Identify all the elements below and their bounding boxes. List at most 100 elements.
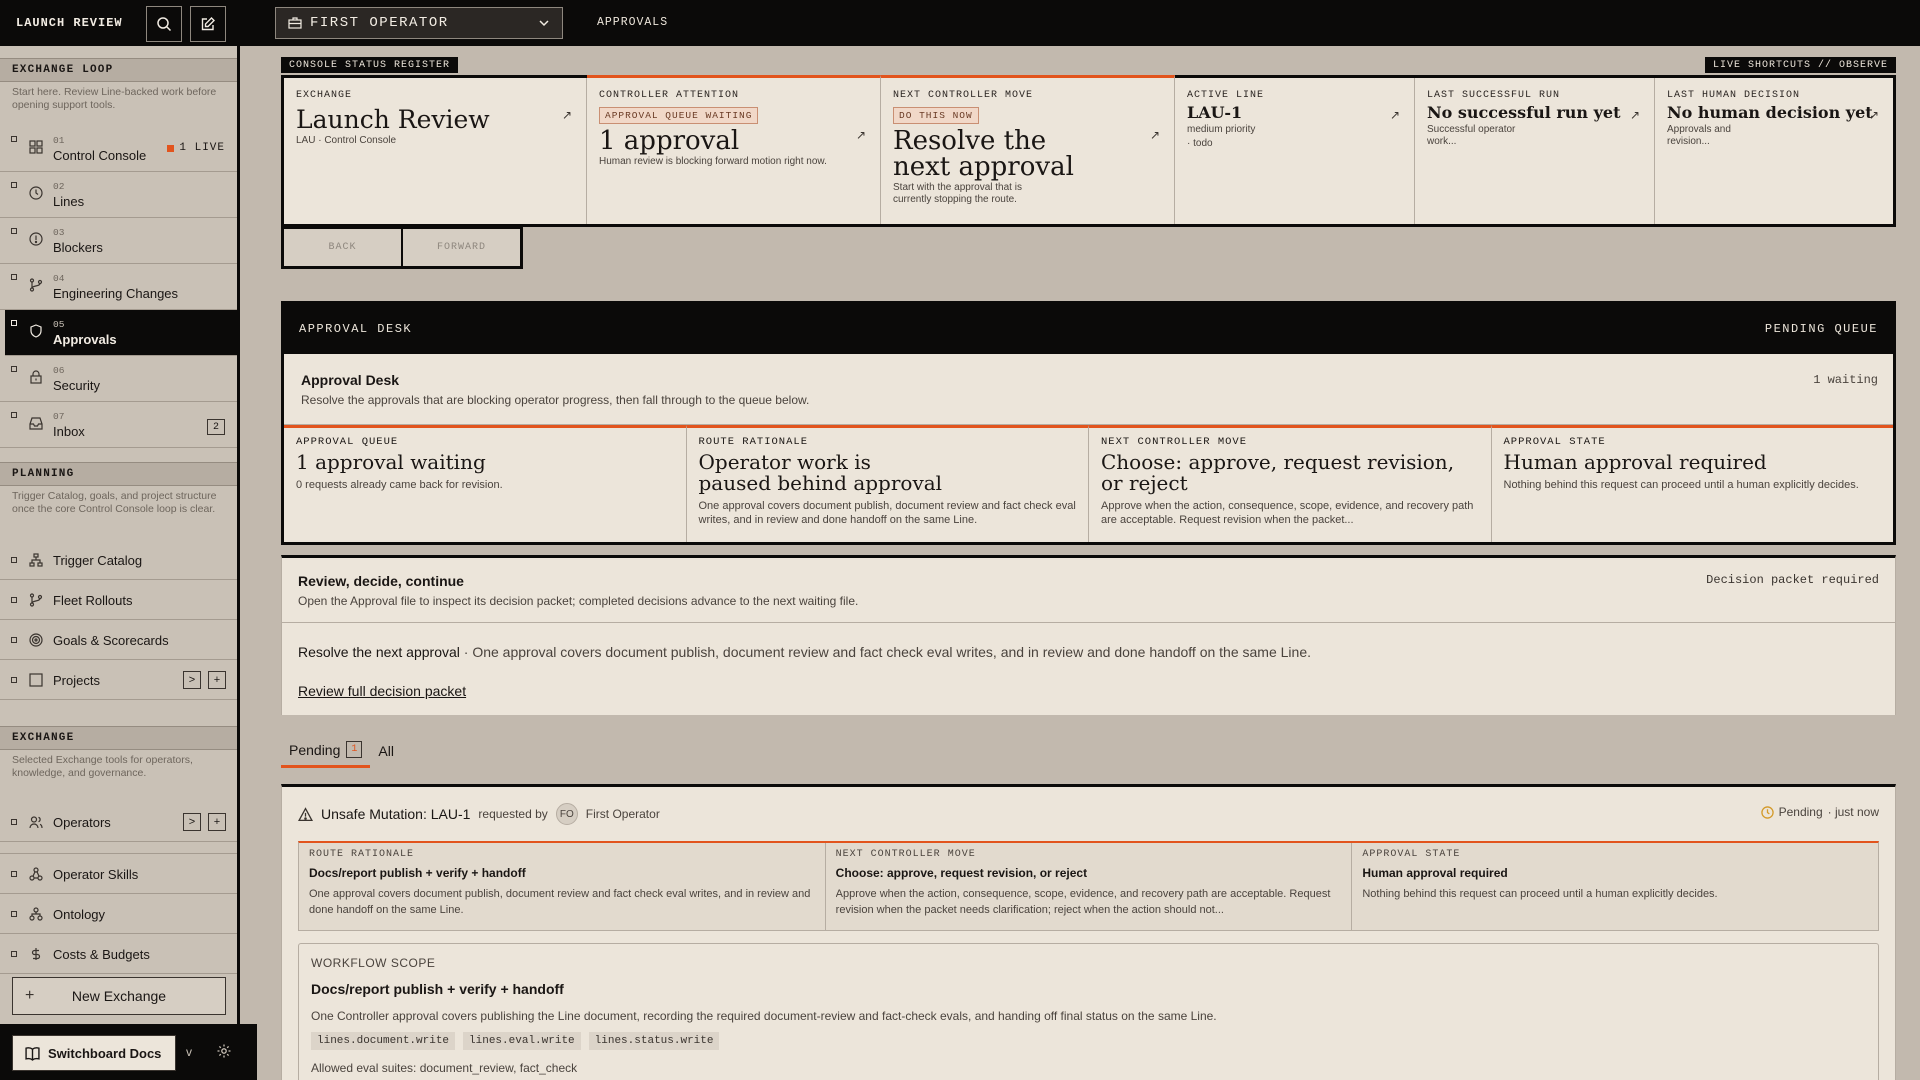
arrow-up-right-icon: ↗ — [1629, 108, 1640, 122]
desk-title: Approval Desk — [301, 372, 400, 388]
history-nav: BACK FORWARD — [281, 226, 523, 269]
card-title: No human decision yet — [1667, 103, 1873, 122]
bullet — [11, 871, 17, 877]
bullet — [11, 320, 17, 326]
status-chip: APPROVAL QUEUE WAITING — [599, 107, 759, 124]
approval-item[interactable]: Unsafe Mutation: LAU-1 requested by FO F… — [281, 784, 1896, 1080]
last-decision-card[interactable]: LAST HUMAN DECISION No human decision ye… — [1655, 78, 1893, 224]
new-exchange-button[interactable]: + New Exchange — [12, 977, 226, 1015]
sidebar-item-lines[interactable]: 02 Lines — [0, 172, 237, 218]
sidebar-item-blockers[interactable]: 03 Blockers — [0, 218, 237, 264]
add-operator-button[interactable]: + — [208, 813, 226, 831]
desk-cards: APPROVAL QUEUE 1 approval waiting 0 requ… — [284, 424, 1893, 542]
tab-label: Pending — [289, 741, 341, 758]
allowed-eval-suites: Allowed eval suites: document_review, fa… — [311, 1061, 578, 1075]
sidebar-item-approvals[interactable]: 05 Approvals — [5, 310, 237, 356]
controller-attention-card[interactable]: CONTROLLER ATTENTION APPROVAL QUEUE WAIT… — [587, 75, 881, 224]
clock-icon — [29, 186, 43, 200]
sidebar-item-label: Goals & Scorecards — [53, 633, 169, 648]
sidebar-item-trigger-catalog[interactable]: Trigger Catalog — [0, 540, 237, 580]
tab-all[interactable]: All — [370, 734, 402, 768]
desk-description: Resolve the approvals that are blocking … — [301, 393, 810, 407]
sidebar-item-operators[interactable]: Operators > + — [0, 802, 237, 842]
sidebar-item-projects[interactable]: Projects > + — [0, 660, 237, 700]
scope-label: WORKFLOW SCOPE — [311, 956, 436, 970]
arrow-up-right-icon: ↗ — [855, 128, 866, 142]
docs-button[interactable]: Switchboard Docs — [12, 1035, 176, 1071]
arrow-up-right-icon: ↗ — [1149, 128, 1160, 142]
bullet — [11, 366, 17, 372]
bullet — [11, 412, 17, 418]
search-button[interactable] — [146, 6, 182, 42]
expand-operators-button[interactable]: > — [183, 813, 201, 831]
version-toggle[interactable]: v — [186, 1045, 192, 1059]
card-label: ACTIVE LINE — [1187, 90, 1265, 101]
sidebar-item-inbox[interactable]: 07 Inbox 2 — [0, 402, 237, 448]
section-description: Start here. Review Line-backed work befo… — [12, 86, 217, 111]
sidebar-item-label: Projects — [53, 673, 100, 688]
sidebar-scroll[interactable]: EXCHANGE LOOP Start here. Review Line-ba… — [0, 46, 237, 1011]
card-label: NEXT CONTROLLER MOVE — [835, 849, 976, 860]
review-panel: Review, decide, continue Open the Approv… — [281, 555, 1896, 715]
next-move-card[interactable]: NEXT CONTROLLER MOVE DO THIS NOW Resolve… — [881, 75, 1175, 224]
requested-by-label: requested by — [478, 807, 548, 821]
sidebar-item-control-console[interactable]: 01 Control Console 1 LIVE — [0, 126, 237, 172]
shield-icon — [30, 324, 42, 338]
item-number: 02 — [53, 181, 65, 192]
card-subtitle: Nothing behind this request can proceed … — [1503, 479, 1859, 491]
sidebar-footer: Switchboard Docs v — [0, 1024, 257, 1080]
search-icon — [157, 17, 172, 32]
status-register-tag: CONSOLE STATUS REGISTER — [281, 57, 459, 73]
compose-button[interactable] — [190, 6, 226, 42]
last-run-card[interactable]: LAST SUCCESSFUL RUN No successful run ye… — [1415, 78, 1655, 224]
square-icon — [29, 673, 43, 687]
forward-button[interactable]: FORWARD — [403, 229, 520, 266]
edit-icon — [201, 17, 215, 31]
sidebar: LAUNCH REVIEW EXCHANGE LOOP Start here. … — [0, 0, 257, 1080]
sidebar-item-fleet-rollouts[interactable]: Fleet Rollouts — [0, 580, 237, 620]
card-title: 1 approval — [599, 126, 740, 156]
sidebar-item-label: Blockers — [53, 240, 103, 255]
expand-projects-button[interactable]: > — [183, 671, 201, 689]
permission-pill: lines.status.write — [588, 1032, 720, 1050]
next-controller-move-card: NEXT CONTROLLER MOVE Choose: approve, re… — [1089, 425, 1492, 542]
tab-pending[interactable]: Pending 1 — [281, 734, 371, 768]
back-button[interactable]: BACK — [284, 229, 403, 266]
sidebar-item-costs-budgets[interactable]: Costs & Budgets — [0, 934, 237, 974]
bullet — [11, 182, 17, 188]
card-label: NEXT CONTROLLER MOVE — [1101, 436, 1248, 448]
sidebar-item-security[interactable]: 06 Security — [0, 356, 237, 402]
section-title-exchange: EXCHANGE — [0, 726, 237, 750]
item-number: 05 — [53, 319, 65, 330]
sidebar-item-engineering-changes[interactable]: 04 Engineering Changes — [0, 264, 237, 310]
settings-button[interactable] — [216, 1043, 232, 1059]
exchange-card[interactable]: EXCHANGE Launch Review LAU · Control Con… — [284, 78, 587, 224]
approval-status: Pending · just now — [1760, 805, 1879, 819]
bullet — [11, 637, 17, 643]
sidebar-item-label: Inbox — [53, 424, 85, 439]
grid-icon — [29, 140, 43, 154]
operator-select[interactable]: FIRST OPERATOR — [275, 7, 563, 39]
add-project-button[interactable]: + — [208, 671, 226, 689]
card-label: APPROVAL STATE — [1362, 849, 1461, 860]
sidebar-item-goals-scorecards[interactable]: Goals & Scorecards — [0, 620, 237, 660]
divider — [282, 622, 1895, 623]
card-title: Docs/report publish + verify + handoff — [309, 866, 526, 880]
review-packet-link[interactable]: Review full decision packet — [298, 683, 466, 699]
bullet — [11, 228, 17, 234]
main-content[interactable]: CONSOLE STATUS REGISTER LIVE SHORTCUTS /… — [257, 46, 1920, 1080]
scope-title: Docs/report publish + verify + handoff — [311, 981, 564, 997]
target-icon — [29, 633, 43, 647]
bullet — [11, 677, 17, 683]
active-line-card[interactable]: ACTIVE LINE LAU-1 medium priority · todo… — [1175, 78, 1415, 224]
card-label: APPROVAL STATE — [1503, 436, 1606, 448]
card-label: ROUTE RATIONALE — [698, 436, 809, 448]
card-label: LAST SUCCESSFUL RUN — [1427, 90, 1561, 101]
section-title-planning: PLANNING — [0, 462, 237, 486]
sidebar-item-ontology[interactable]: Ontology — [0, 894, 237, 934]
route-rationale-card: ROUTE RATIONALE Operator work is paused … — [686, 425, 1089, 542]
card-subtitle: Start with the approval that is currentl… — [893, 182, 1022, 205]
decision-packet-status: Decision packet required — [1706, 573, 1879, 587]
sidebar-item-operator-skills[interactable]: Operator Skills — [0, 854, 237, 894]
card-subtitle: Approve when the action, consequence, sc… — [1101, 500, 1474, 526]
